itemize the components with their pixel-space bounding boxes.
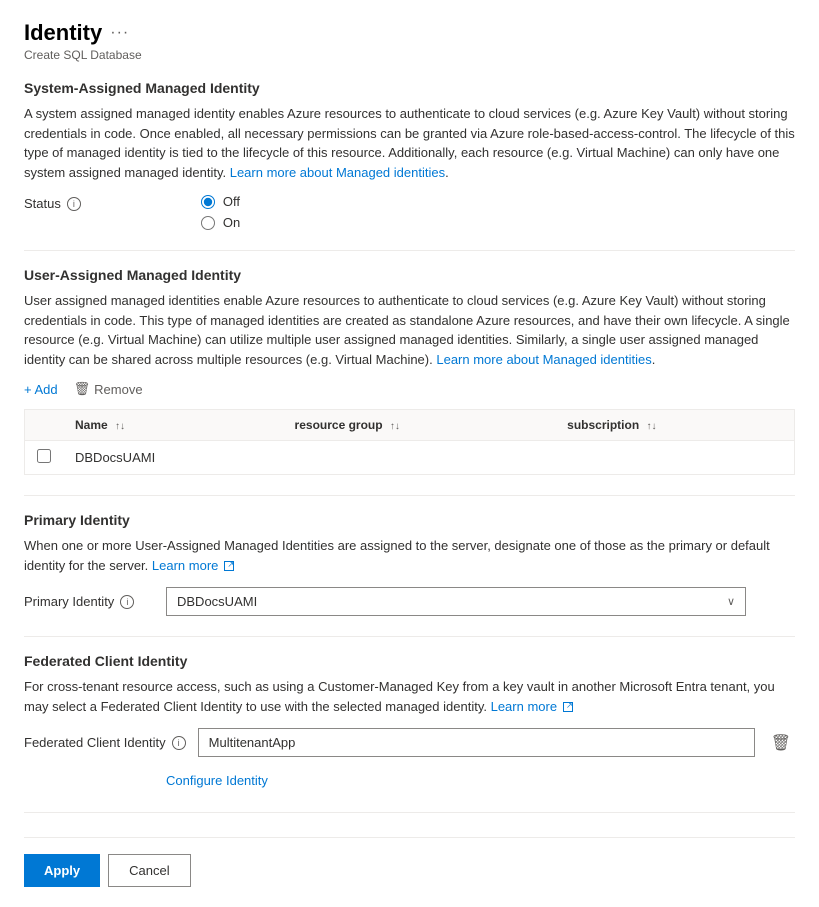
- action-bar: Apply Cancel: [24, 837, 795, 887]
- page-subtitle: Create SQL Database: [24, 48, 795, 62]
- remove-identity-button[interactable]: 🗑 Remove: [74, 381, 143, 397]
- trash-icon: 🗑: [74, 381, 91, 397]
- radio-off-label: Off: [223, 194, 240, 209]
- divider-4: [24, 812, 795, 813]
- user-assigned-description: User assigned managed identities enable …: [24, 291, 795, 369]
- primary-identity-description: When one or more User-Assigned Managed I…: [24, 536, 795, 575]
- table-header-row: Name ↑↓ resource group ↑↓ subscription ↑…: [25, 410, 794, 441]
- federated-client-section: Federated Client Identity For cross-tena…: [24, 653, 795, 788]
- system-assigned-section: System-Assigned Managed Identity A syste…: [24, 80, 795, 230]
- federated-client-info-icon[interactable]: i: [172, 736, 186, 750]
- chevron-down-icon: ∨: [727, 595, 735, 608]
- identity-table-container: Name ↑↓ resource group ↑↓ subscription ↑…: [24, 409, 795, 475]
- radio-off-input[interactable]: [201, 195, 215, 209]
- table-header-name[interactable]: Name ↑↓: [63, 410, 283, 441]
- delete-federated-button[interactable]: 🗑: [767, 729, 795, 757]
- divider-3: [24, 636, 795, 637]
- cancel-button[interactable]: Cancel: [108, 854, 190, 887]
- table-header-resource-group[interactable]: resource group ↑↓: [283, 410, 556, 441]
- user-assigned-section: User-Assigned Managed Identity User assi…: [24, 267, 795, 475]
- radio-on-input[interactable]: [201, 216, 215, 230]
- divider-2: [24, 495, 795, 496]
- row-resource-group: [283, 441, 556, 475]
- federated-client-title: Federated Client Identity: [24, 653, 795, 669]
- page-title: Identity: [24, 20, 102, 46]
- primary-identity-dropdown-value: DBDocsUAMI: [177, 594, 257, 609]
- table-header-subscription[interactable]: subscription ↑↓: [555, 410, 794, 441]
- primary-identity-learn-more-link[interactable]: Learn more: [152, 558, 234, 573]
- primary-identity-dropdown[interactable]: DBDocsUAMI ∨: [166, 587, 746, 616]
- federated-identity-form-row: Federated Client Identity i 🗑: [24, 728, 795, 757]
- table-header-checkbox-cell: [25, 410, 63, 441]
- row-subscription: [555, 441, 794, 475]
- primary-identity-title: Primary Identity: [24, 512, 795, 528]
- federated-client-input[interactable]: [198, 728, 755, 757]
- apply-button[interactable]: Apply: [24, 854, 100, 887]
- system-assigned-description: A system assigned managed identity enabl…: [24, 104, 795, 182]
- status-label: Status i: [24, 194, 81, 211]
- divider-1: [24, 250, 795, 251]
- federated-client-description: For cross-tenant resource access, such a…: [24, 677, 795, 716]
- identity-table: Name ↑↓ resource group ↑↓ subscription ↑…: [25, 410, 794, 474]
- radio-off-option[interactable]: Off: [201, 194, 240, 209]
- federated-learn-more-link[interactable]: Learn more: [491, 699, 573, 714]
- add-identity-button[interactable]: + Add: [24, 382, 58, 397]
- radio-on-label: On: [223, 215, 240, 230]
- primary-identity-info-icon[interactable]: i: [120, 595, 134, 609]
- federated-client-label: Federated Client Identity i: [24, 735, 186, 750]
- sort-sub-icon[interactable]: ↑↓: [646, 421, 656, 432]
- configure-identity-link-row: Configure Identity: [166, 773, 795, 788]
- radio-on-option[interactable]: On: [201, 215, 240, 230]
- add-remove-toolbar: + Add 🗑 Remove: [24, 381, 795, 397]
- federated-external-link-icon: [563, 702, 573, 712]
- user-assigned-learn-more-link[interactable]: Learn more about Managed identities: [436, 352, 651, 367]
- page-header: Identity ··· Create SQL Database: [24, 20, 795, 62]
- status-radio-group: Off On: [201, 194, 240, 230]
- primary-identity-form-row: Primary Identity i DBDocsUAMI ∨: [24, 587, 795, 616]
- federated-input-row: 🗑: [198, 728, 795, 757]
- sort-name-icon[interactable]: ↑↓: [115, 421, 125, 432]
- status-info-icon[interactable]: i: [67, 197, 81, 211]
- table-row: DBDocsUAMI: [25, 441, 794, 475]
- user-assigned-title: User-Assigned Managed Identity: [24, 267, 795, 283]
- system-assigned-learn-more-link[interactable]: Learn more about Managed identities: [230, 165, 445, 180]
- configure-identity-link[interactable]: Configure Identity: [166, 773, 268, 788]
- sort-rg-icon[interactable]: ↑↓: [390, 421, 400, 432]
- primary-identity-label: Primary Identity i: [24, 594, 154, 609]
- ellipsis-menu[interactable]: ···: [110, 24, 129, 42]
- system-assigned-title: System-Assigned Managed Identity: [24, 80, 795, 96]
- external-link-icon: [224, 561, 234, 571]
- row-checkbox-cell: [25, 441, 63, 475]
- primary-identity-section: Primary Identity When one or more User-A…: [24, 512, 795, 616]
- row-name: DBDocsUAMI: [63, 441, 283, 475]
- status-row: Status i Off On: [24, 194, 795, 230]
- row-checkbox[interactable]: [37, 449, 51, 463]
